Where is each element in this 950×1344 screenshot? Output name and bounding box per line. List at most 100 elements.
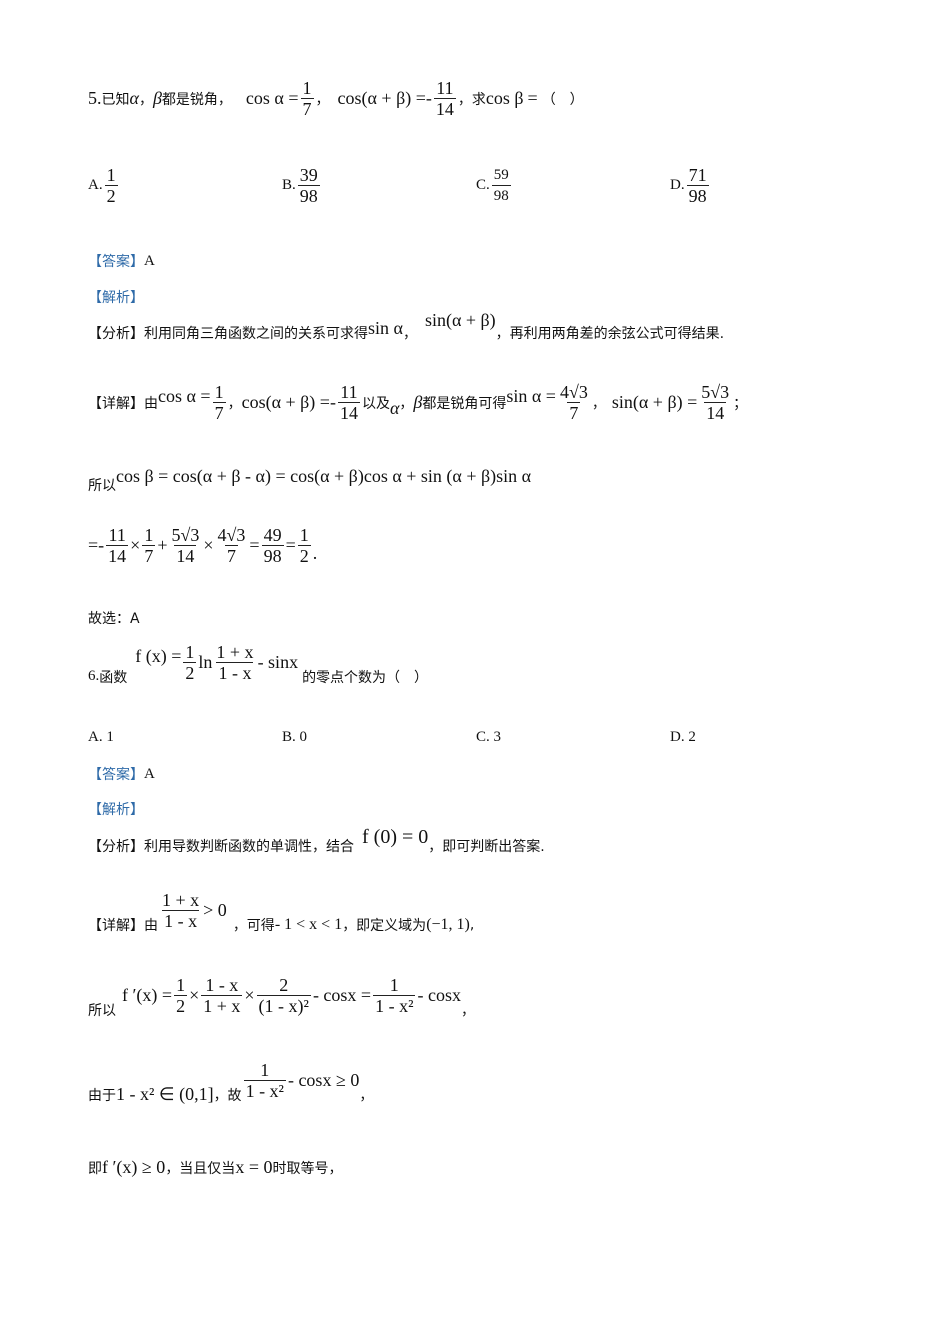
fraction: 17: [300, 78, 314, 119]
numerator: 1: [302, 78, 312, 98]
numerator: 11: [340, 382, 358, 402]
q5-option-c: C. 59 98: [476, 165, 513, 206]
fenxi-tag: 【分析】: [88, 838, 144, 855]
numerator: 1: [144, 525, 154, 545]
times: ×: [203, 535, 214, 555]
q6-option-a: A. 1: [88, 729, 114, 746]
text: 即: [88, 1160, 102, 1177]
denominator: 14: [106, 545, 129, 566]
cos-alpha-expr: cos α =: [158, 386, 211, 406]
denominator: 1 - x: [216, 662, 254, 683]
times: ×: [130, 535, 141, 555]
denominator: 2: [104, 185, 118, 206]
q5-answer: 【答案】 A: [88, 251, 155, 271]
alpha-symbol: α: [129, 88, 139, 108]
q6-prefix: 函数: [99, 669, 128, 686]
denominator: 7: [300, 98, 314, 119]
option-value: 3: [493, 729, 502, 745]
sin-alpha-beta-expr: sin(α + β) =: [611, 392, 698, 412]
q5-ask: ，求: [457, 91, 486, 108]
denominator: 14: [174, 545, 197, 566]
q5-prefix: 已知: [101, 91, 130, 108]
denominator: 1 - x²: [243, 1080, 286, 1101]
numerator: 1: [260, 1060, 270, 1080]
comma: ，: [402, 325, 417, 342]
comma: ，: [399, 395, 414, 412]
denominator: 98: [491, 185, 511, 206]
sin-alpha-expr: sin α: [368, 318, 403, 338]
numerator: 59: [493, 167, 509, 183]
q5-xiangjie: 【详解】 由 cos α = 17 ， cos(α + β) =- 11 14 以…: [88, 382, 747, 423]
numerator: 4√3: [559, 382, 588, 402]
cos-alpha-beta-expr: cos(α + β) =-: [337, 88, 432, 108]
text: 由于: [88, 1087, 116, 1104]
answer-value: A: [144, 252, 155, 269]
option-value: 59 98: [491, 165, 511, 206]
answer-value: A: [144, 765, 155, 782]
analysis-tag: 【解析】: [88, 290, 144, 306]
numerator: 1: [389, 975, 399, 995]
comma: ，: [591, 395, 606, 412]
fraction: 1 - x1 + x: [201, 975, 243, 1016]
fraction: 1 + x1 - x: [160, 890, 201, 931]
derivative-nonneg: f ′(x) ≥ 0: [102, 1157, 166, 1177]
fraction: 12: [297, 525, 311, 566]
numerator: 5√3: [171, 525, 200, 545]
option-value: 12: [104, 165, 118, 206]
denominator: 7: [142, 545, 156, 566]
numerator: 49: [263, 525, 282, 545]
fraction: 11 - x²: [373, 975, 416, 1016]
option-value: 2: [688, 729, 696, 745]
q5-option-a: A. 12: [88, 165, 120, 206]
q6-fenxi: 【分析】 利用导数判断函数的单调性，结合 f (0) = 0 ，即可判断出答案.: [88, 826, 545, 857]
numerator: 1: [176, 975, 186, 995]
option-label: B.: [282, 177, 296, 193]
range-expr: - 1 < x < 1: [274, 915, 343, 933]
option-label: B.: [282, 729, 296, 745]
plus: +: [157, 535, 168, 555]
conclusion-text: 故选：A: [88, 611, 140, 627]
q5-stem: 5. 已知 α ， β 都是锐角， cos α = 17 ， cos(α + β…: [88, 78, 584, 119]
text: ，即定义域为: [342, 917, 427, 934]
q6-answer: 【答案】 A: [88, 764, 155, 784]
alpha-symbol: α: [389, 398, 400, 418]
numerator: 4√3: [217, 525, 246, 545]
fraction: 4√3 7: [558, 382, 590, 423]
denominator: 14: [704, 402, 727, 423]
numerator: 11: [436, 78, 454, 98]
xiangjie-tag: 【详解】: [88, 395, 144, 412]
numerator: 1: [214, 382, 224, 402]
text: 时取等号，: [272, 1160, 343, 1177]
cos-beta-expr: cos β: [485, 88, 524, 108]
numerator: 39: [299, 165, 318, 185]
option-value: 0: [299, 729, 308, 745]
q5-derivation: 所以 cos β = cos(α + β - α) = cos(α + β)co…: [88, 466, 531, 494]
denominator: 14: [337, 402, 360, 423]
denominator: 7: [212, 402, 226, 423]
option-label: A.: [88, 177, 103, 193]
beta-symbol: β: [152, 88, 162, 108]
text: ，故: [213, 1087, 242, 1104]
text: 由: [144, 395, 158, 412]
q5-condition: 都是锐角，: [161, 91, 232, 108]
equals: =: [527, 88, 538, 108]
numerator: 1: [106, 165, 116, 185]
q6-number: 6.: [88, 668, 100, 684]
q5-fenxi: 【分析】 利用同角三角函数之间的关系可求得 sin α ， sin(α + β)…: [88, 310, 724, 343]
comma: ，: [138, 91, 153, 108]
numerator: 2: [279, 975, 289, 995]
text: 所以: [88, 477, 116, 494]
q5-calculation: =- 11 14 × 17 + 5√3 14 × 4√3 7 = 49 98 = 12 …: [88, 525, 317, 566]
answer-tag: 【答案】: [88, 254, 144, 270]
denominator: 98: [297, 185, 320, 206]
minus-sin: - sinx: [257, 652, 299, 672]
sin-alpha-expr: sin α =: [506, 386, 556, 406]
option-value: 71 98: [686, 165, 709, 206]
comma: ，: [227, 395, 242, 412]
text: 以及: [361, 395, 390, 412]
numerator: 1 - x: [205, 975, 239, 995]
beta-symbol: β: [413, 392, 423, 412]
fraction: 17: [142, 525, 156, 566]
times: ×: [244, 985, 255, 1005]
numerator: 1: [299, 525, 309, 545]
